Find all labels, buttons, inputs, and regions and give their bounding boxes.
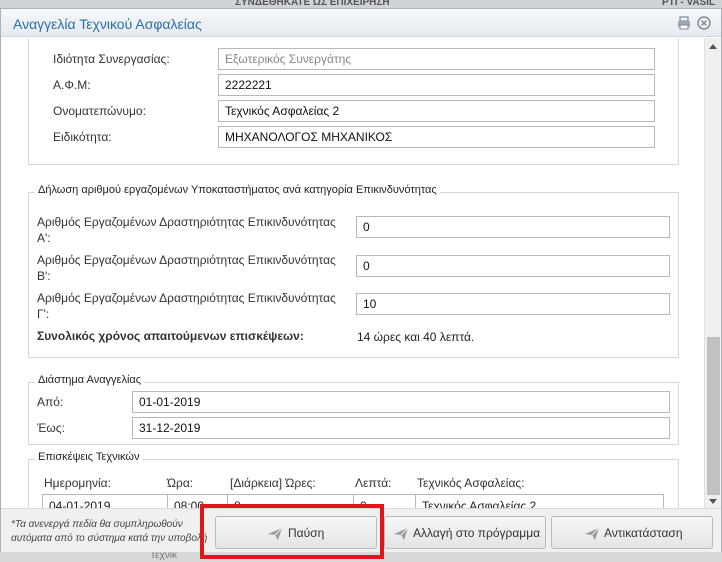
risk-b-field[interactable]: 0 (356, 255, 670, 277)
employees-legend: Δήλωση αριθμού εργαζομένων Υποκαταστήματ… (35, 184, 440, 196)
footer-note: *Τα ανενεργά πεδία θα συμπληρωθούν αυτόμ… (11, 519, 208, 544)
scroll-up-icon[interactable] (709, 44, 717, 49)
visits-header-date: Ημερομηνία: (44, 476, 111, 490)
visits-header-minutes: Λεπτά: (355, 476, 392, 490)
dialog-title: Αναγγελία Τεχνικού Ασφαλείας (13, 16, 202, 32)
risk-c-label: Αριθμός Εργαζομένων Δραστηριότητας Επικι… (37, 291, 336, 321)
specialty-field[interactable]: ΜΗΧΑΝΟΛΟΓΟΣ ΜΗΧΑΝΙΚΟΣ (218, 126, 655, 148)
dialog-titlebar: Αναγγελία Τεχνικού Ασφαλείας (1, 9, 721, 37)
visits-header-technician: Τεχνικός Ασφαλείας: (417, 476, 525, 490)
visit-date-cell[interactable]: 04-01-2019 (42, 494, 168, 508)
period-legend: Διάστημα Αναγγελίας (35, 374, 145, 386)
dialog-scrollbar[interactable] (704, 38, 721, 508)
technician-announcement-dialog: Αναγγελία Τεχνικού Ασφαλείας Ιδιότητα Συ… (0, 8, 722, 554)
pause-button-highlight (200, 504, 384, 559)
dialog-content: Ιδιότητα Συνεργασίας: Εξωτερικός Συνεργά… (1, 38, 704, 508)
cooperation-label: Ιδιότητα Συνεργασίας: (53, 52, 170, 66)
risk-b-label: Αριθμός Εργαζομένων Δραστηριότητας Επικι… (37, 253, 336, 283)
fullname-field[interactable]: Τεχνικός Ασφαλείας 2 (218, 100, 655, 122)
send-icon (584, 527, 600, 541)
background-session-label: ΣΥΝΔΕΘΗΚΑΤΕ ΩΣ ΕΠΙΧΕΙΡΗΣΗ (235, 0, 390, 8)
visits-header-time: Ώρα: (167, 476, 194, 490)
cooperation-field: Εξωτερικός Συνεργάτης (218, 48, 655, 70)
risk-a-field[interactable]: 0 (356, 216, 670, 238)
background-user-label: PTI - VASIL (662, 0, 716, 8)
risk-a-label: Αριθμός Εργαζομένων Δραστηριότητας Επικι… (37, 215, 336, 245)
visit-technician-cell[interactable]: Τεχνικός Ασφαλείας 2 (415, 494, 664, 508)
send-icon (393, 527, 409, 541)
background-bottom-fragment: Τεχνικ (150, 552, 177, 561)
from-date-field[interactable]: 01-01-2019 (132, 391, 670, 413)
replacement-button[interactable]: Αντικατάσταση (551, 516, 713, 549)
to-label: Έως: (37, 421, 65, 435)
risk-c-field[interactable]: 10 (356, 293, 670, 315)
visits-legend: Επισκέψεις Τεχνικών (35, 451, 143, 463)
change-schedule-button[interactable]: Αλλαγή στο πρόγραμμα (384, 516, 546, 549)
scroll-down-icon[interactable] (709, 499, 717, 504)
scroll-thumb[interactable] (707, 337, 720, 495)
afm-field[interactable]: 2222221 (218, 74, 655, 96)
total-time-label: Συνολικός χρόνος απαιτούμενων επισκέψεων… (37, 329, 304, 343)
replacement-button-label: Αντικατάσταση (604, 526, 683, 540)
afm-label: Α.Φ.Μ: (53, 78, 91, 92)
total-time-value: 14 ώρες και 40 λεπτά. (357, 330, 475, 344)
to-date-field[interactable]: 31-12-2019 (132, 417, 670, 439)
visits-header-duration: [Διάρκεια] Ώρες: (230, 476, 316, 490)
specialty-label: Ειδικότητα: (53, 130, 112, 144)
change-schedule-button-label: Αλλαγή στο πρόγραμμα (413, 526, 541, 540)
fullname-label: Ονοματεπώνυμο: (53, 104, 146, 118)
from-label: Από: (37, 395, 64, 409)
close-icon[interactable] (697, 16, 711, 30)
print-icon[interactable] (677, 16, 691, 30)
